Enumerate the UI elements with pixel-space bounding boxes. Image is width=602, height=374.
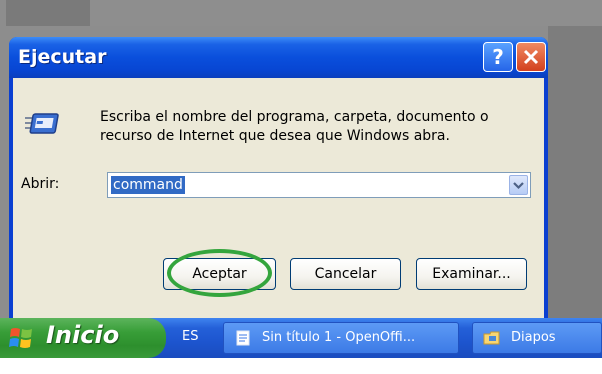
- dropdown-button[interactable]: [509, 175, 528, 195]
- background-window-right: [548, 26, 602, 318]
- screen: Ejecutar ? Escriba el nombre del program…: [0, 0, 602, 374]
- accept-button[interactable]: Aceptar: [163, 258, 276, 290]
- open-label: Abrir:: [21, 176, 60, 192]
- dialog-titlebar[interactable]: Ejecutar ?: [9, 37, 548, 78]
- help-button[interactable]: ?: [483, 42, 513, 72]
- windows-logo-icon: [8, 325, 36, 351]
- language-indicator[interactable]: ES: [182, 329, 198, 344]
- start-button[interactable]: Inicio: [0, 318, 166, 358]
- taskbar-item-label: Diapos: [511, 330, 556, 345]
- folder-icon: [483, 329, 501, 347]
- run-program-icon: [25, 110, 61, 140]
- taskbar-item-diapos[interactable]: Diapos: [472, 322, 602, 354]
- dialog-title: Ejecutar: [18, 46, 107, 68]
- taskbar-item-openoffice[interactable]: Sin título 1 - OpenOffi...: [223, 322, 459, 354]
- help-icon: ?: [492, 45, 504, 69]
- background-window-panel: [6, 0, 92, 26]
- openoffice-icon: [234, 329, 252, 347]
- command-input[interactable]: command: [111, 176, 185, 194]
- start-label: Inicio: [46, 321, 120, 349]
- close-button[interactable]: [516, 42, 546, 72]
- dialog-description: Escriba el nombre del programa, carpeta,…: [100, 109, 489, 144]
- chevron-down-icon: [510, 176, 527, 194]
- command-combobox[interactable]: command: [107, 172, 531, 198]
- taskbar: Inicio ES Sin título 1 - OpenOffi... Dia…: [0, 318, 602, 374]
- close-icon: [517, 43, 545, 71]
- taskbar-item-label: Sin título 1 - OpenOffi...: [262, 330, 416, 345]
- taskbar-strip: Inicio ES Sin título 1 - OpenOffi... Dia…: [0, 318, 602, 358]
- background-window-top: [90, 0, 602, 26]
- cancel-button[interactable]: Cancelar: [290, 258, 401, 290]
- browse-button[interactable]: Examinar...: [416, 258, 527, 290]
